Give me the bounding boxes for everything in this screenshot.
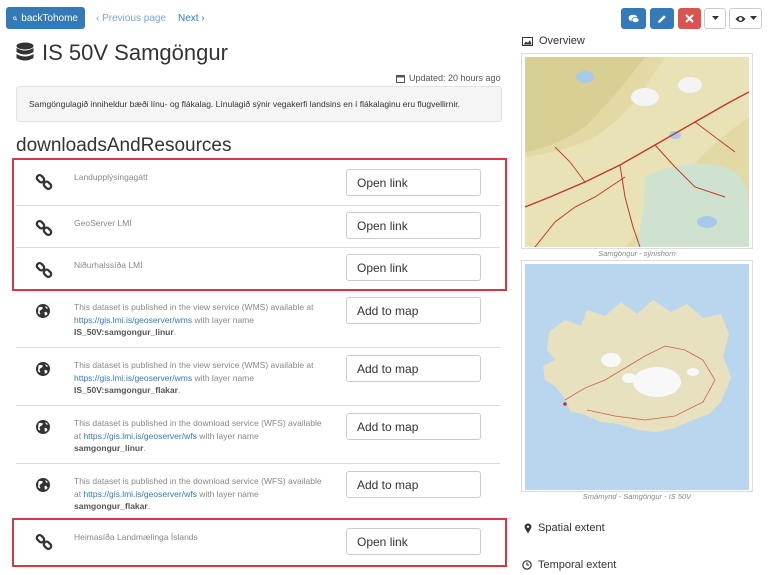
add-to-map-button[interactable]: Add to map	[346, 355, 481, 382]
back-to-home-label: backTohome	[21, 12, 78, 24]
service-text: with layer name	[192, 372, 254, 383]
resource-row: This dataset is published in the view se…	[16, 348, 500, 406]
calendar-icon	[396, 74, 405, 83]
resource-description: This dataset is published in the downloa…	[74, 417, 326, 455]
layer-name: samgongur_linur	[74, 443, 144, 453]
spatial-extent-label: Spatial extent	[538, 522, 605, 534]
layer-name: IS_50V:samgongur_flakar	[74, 385, 178, 395]
add-to-map-button[interactable]: Add to map	[346, 297, 481, 324]
globe-icon	[35, 419, 53, 437]
delete-button[interactable]	[678, 8, 701, 29]
record-title: IS 50V Samgöngur	[42, 40, 228, 65]
image-icon	[522, 36, 533, 46]
comments-icon	[628, 14, 639, 23]
highlight-box	[12, 518, 507, 567]
view-options-dropdown[interactable]	[729, 8, 762, 29]
globe-icon	[35, 361, 53, 379]
more-actions-dropdown[interactable]	[704, 8, 726, 29]
description-box: Samgöngulagið inniheldur bæði línu- og f…	[16, 86, 502, 122]
clock-icon	[522, 560, 532, 570]
globe-icon	[35, 477, 53, 495]
add-to-map-button[interactable]: Add to map	[346, 471, 481, 498]
caret-down-icon	[711, 16, 719, 20]
caret-down-icon	[749, 16, 757, 20]
highlight-box	[12, 158, 507, 291]
service-text: .	[173, 327, 177, 337]
service-url-link[interactable]: https://gis.lmi.is/geoserver/wms	[74, 315, 192, 325]
service-url-link[interactable]: https://gis.lmi.is/geoserver/wms	[74, 373, 192, 383]
service-text: This dataset is published in the view se…	[74, 360, 314, 370]
resource-row: This dataset is published in the downloa…	[16, 406, 500, 464]
description-text: Samgöngulagið inniheldur bæði línu- og f…	[29, 99, 460, 109]
database-icon	[16, 42, 34, 61]
service-url-link[interactable]: https://gis.lmi.is/geoserver/wfs	[83, 489, 196, 499]
overview-image-2	[521, 260, 753, 492]
updated-info: Updated: 20 hours ago	[396, 73, 501, 83]
service-text: with layer name	[192, 314, 254, 325]
back-to-home-button[interactable]: backTohome	[6, 7, 85, 29]
iceland-thumbnail-image	[525, 264, 749, 490]
downloads-heading: downloadsAndResources	[16, 135, 232, 156]
overview-image-1-caption: Samgöngur - sýnishorn	[598, 249, 676, 258]
resource-row: This dataset is published in the downloa…	[16, 464, 500, 520]
service-text: .	[147, 501, 151, 511]
page-title: IS 50V Samgöngur	[16, 40, 228, 66]
service-text: with layer name	[196, 430, 259, 441]
overview-image-2-caption: Smámynd - Samgöngur - IS 50V	[582, 492, 692, 501]
map-preview-image	[524, 57, 750, 248]
search-icon	[13, 15, 18, 21]
next-page-link[interactable]: Next ›	[178, 13, 205, 24]
globe-icon	[35, 303, 53, 321]
service-text: .	[177, 385, 181, 395]
temporal-extent-heading[interactable]: Temporal extent	[522, 559, 616, 571]
layer-name: IS_50V:samgongur_linur	[74, 327, 174, 337]
previous-page-link[interactable]: ‹ Previous page	[96, 13, 166, 24]
close-icon	[685, 14, 694, 23]
spatial-extent-heading[interactable]: Spatial extent	[524, 522, 605, 534]
resource-description: This dataset is published in the view se…	[74, 359, 326, 397]
service-url-link[interactable]: https://gis.lmi.is/geoserver/wfs	[83, 431, 196, 441]
eye-icon	[735, 15, 745, 22]
resource-description: This dataset is published in the downloa…	[74, 475, 326, 513]
resource-description: This dataset is published in the view se…	[74, 301, 326, 339]
overview-label: Overview	[539, 35, 585, 47]
overview-heading: Overview	[522, 35, 585, 47]
add-to-map-button[interactable]: Add to map	[346, 413, 481, 440]
map-marker-icon	[524, 522, 532, 533]
overview-image-1	[521, 53, 753, 249]
service-text: This dataset is published in the view se…	[74, 302, 314, 312]
resource-row: This dataset is published in the view se…	[16, 290, 500, 348]
edit-button[interactable]	[650, 8, 674, 29]
comments-button[interactable]	[621, 8, 646, 29]
pencil-icon	[658, 14, 666, 23]
updated-text: Updated: 20 hours ago	[409, 73, 501, 83]
service-text: .	[143, 443, 146, 453]
temporal-extent-label: Temporal extent	[538, 559, 617, 571]
layer-name: samgongur_flakar	[74, 501, 148, 511]
service-text: with layer name	[196, 488, 259, 499]
